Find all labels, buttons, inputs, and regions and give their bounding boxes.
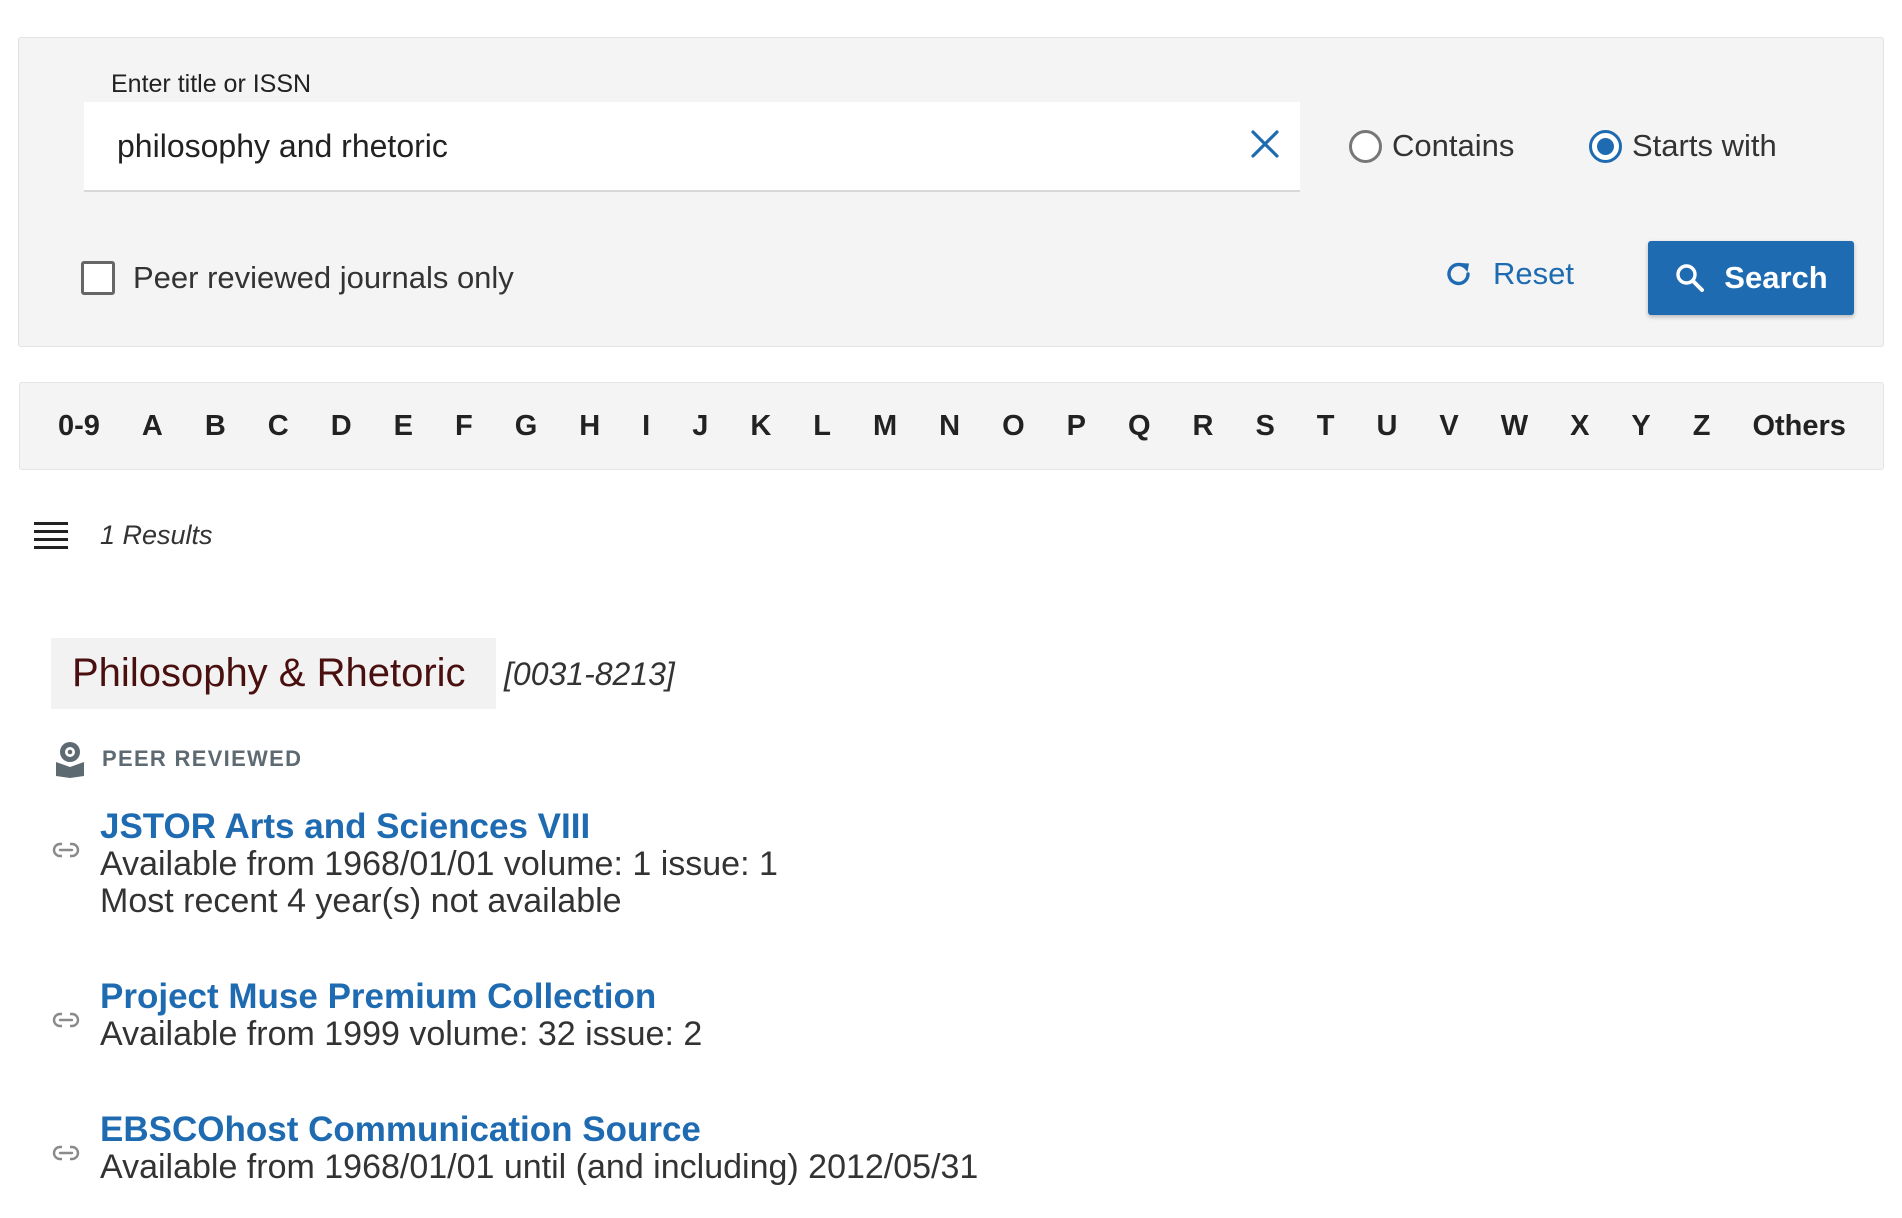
provider-link[interactable]: JSTOR Arts and Sciences VIII xyxy=(100,808,590,846)
alpha-link-s[interactable]: S xyxy=(1255,410,1274,443)
search-input[interactable] xyxy=(84,102,1300,192)
alpha-link-u[interactable]: U xyxy=(1376,410,1397,443)
provider-link[interactable]: EBSCOhost Communication Source xyxy=(100,1111,701,1149)
alpha-link-i[interactable]: I xyxy=(642,410,650,443)
link-icon xyxy=(52,842,80,858)
alpha-link-r[interactable]: R xyxy=(1193,410,1214,443)
link-icon xyxy=(52,1145,80,1161)
reset-button[interactable]: Reset xyxy=(1443,256,1574,292)
alpha-link-n[interactable]: N xyxy=(939,410,960,443)
radio-starts-with-label: Starts with xyxy=(1632,128,1777,163)
alpha-link-v[interactable]: V xyxy=(1439,410,1458,443)
provider-link[interactable]: Project Muse Premium Collection xyxy=(100,978,656,1016)
alphabet-bar: 0-9 A B C D E F G H I J K L M N O P Q R … xyxy=(19,382,1884,470)
alpha-link-q[interactable]: Q xyxy=(1128,410,1151,443)
provider-embargo: Most recent 4 year(s) not available xyxy=(100,882,622,920)
alpha-link-z[interactable]: Z xyxy=(1693,410,1711,443)
results-count: 1 Results xyxy=(100,520,213,550)
reset-label: Reset xyxy=(1493,256,1574,291)
alpha-link-x[interactable]: X xyxy=(1570,410,1589,443)
provider-coverage: Available from 1968/01/01 until (and inc… xyxy=(100,1148,979,1186)
results-header: 1 Results xyxy=(34,520,213,551)
alpha-link-b[interactable]: B xyxy=(205,410,226,443)
alpha-link-t[interactable]: T xyxy=(1317,410,1335,443)
peer-reviewed-label: PEER REVIEWED xyxy=(102,746,303,771)
alpha-link-k[interactable]: K xyxy=(750,410,771,443)
alpha-link-a[interactable]: A xyxy=(142,410,163,443)
peer-reviewed-checkbox-box[interactable] xyxy=(81,261,115,295)
alpha-link-o[interactable]: O xyxy=(1002,410,1025,443)
peer-reviewed-badge: PEER REVIEWED xyxy=(54,740,302,778)
peer-reviewed-checkbox[interactable]: Peer reviewed journals only xyxy=(81,260,514,296)
alpha-link-0-9[interactable]: 0-9 xyxy=(58,410,100,443)
radio-contains-label: Contains xyxy=(1392,128,1515,163)
journal-issn: [0031-8213] xyxy=(504,656,675,692)
alpha-link-c[interactable]: C xyxy=(268,410,289,443)
alpha-link-p[interactable]: P xyxy=(1067,410,1086,443)
alpha-link-g[interactable]: G xyxy=(515,410,538,443)
radio-contains-circle[interactable] xyxy=(1349,129,1382,163)
alpha-link-l[interactable]: L xyxy=(813,410,831,443)
alpha-link-f[interactable]: F xyxy=(455,410,473,443)
alpha-link-m[interactable]: M xyxy=(873,410,897,443)
radio-starts-with[interactable]: Starts with xyxy=(1589,128,1777,164)
provider-coverage: Available from 1968/01/01 volume: 1 issu… xyxy=(100,845,778,883)
alpha-link-j[interactable]: J xyxy=(692,410,708,443)
list-icon[interactable] xyxy=(34,521,68,550)
close-icon xyxy=(1251,130,1279,158)
alpha-link-others[interactable]: Others xyxy=(1752,410,1845,443)
radio-contains[interactable]: Contains xyxy=(1349,128,1514,164)
peer-reviewed-icon xyxy=(56,742,84,778)
alpha-link-h[interactable]: H xyxy=(579,410,600,443)
search-field-label: Enter title or ISSN xyxy=(111,70,312,98)
provider-coverage: Available from 1999 volume: 32 issue: 2 xyxy=(100,1015,703,1053)
radio-starts-with-circle[interactable] xyxy=(1589,129,1622,163)
search-button[interactable]: Search xyxy=(1648,241,1854,315)
search-panel: Enter title or ISSN Contains Starts with… xyxy=(18,37,1884,347)
peer-reviewed-checkbox-label: Peer reviewed journals only xyxy=(133,260,514,295)
alpha-link-d[interactable]: D xyxy=(331,410,352,443)
search-icon xyxy=(1676,264,1705,292)
alpha-link-w[interactable]: W xyxy=(1501,410,1528,443)
search-button-label: Search xyxy=(1724,260,1828,295)
link-icon xyxy=(52,1012,80,1028)
alpha-link-e[interactable]: E xyxy=(394,410,413,443)
journal-title-link[interactable]: Philosophy & Rhetoric xyxy=(51,638,496,709)
clear-search-button[interactable] xyxy=(1241,120,1289,168)
refresh-icon xyxy=(1447,262,1470,286)
alpha-link-y[interactable]: Y xyxy=(1631,410,1650,443)
